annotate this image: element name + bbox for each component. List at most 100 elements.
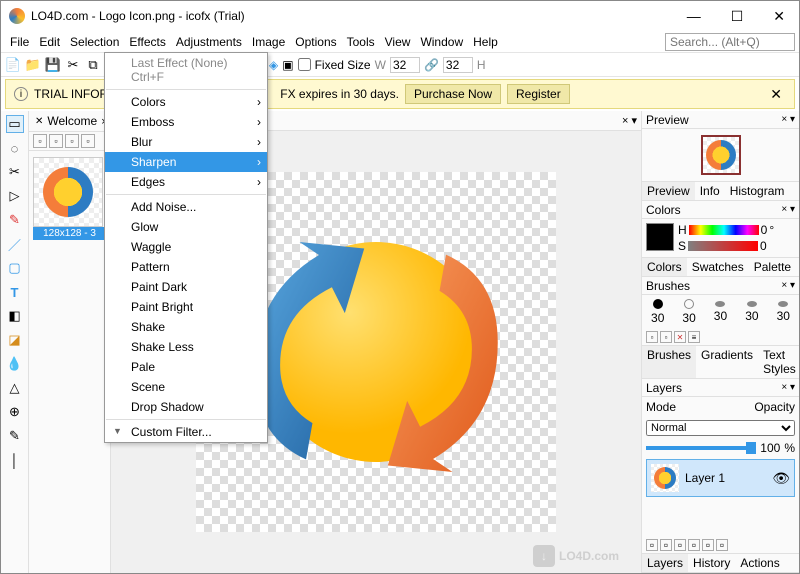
menu-file[interactable]: File — [5, 33, 34, 51]
menu-view[interactable]: View — [380, 33, 416, 51]
layer-del-icon[interactable]: ▫ — [674, 539, 686, 551]
minimize-button[interactable]: — — [681, 4, 707, 28]
menu-last-effect[interactable]: Last Effect (None) Ctrl+F — [105, 53, 267, 87]
menu-waggle[interactable]: Waggle — [105, 237, 267, 257]
rect-tool[interactable]: ▢ — [6, 259, 24, 277]
open-icon[interactable]: 📁 — [25, 57, 41, 73]
tab-text-styles[interactable]: Text Styles — [758, 346, 799, 378]
thumb-new-icon[interactable]: ▫ — [33, 134, 47, 148]
layer-fx-icon[interactable]: ▫ — [716, 539, 728, 551]
layer-mask-icon[interactable]: ▫ — [702, 539, 714, 551]
copy-icon[interactable]: ⧉ — [85, 57, 101, 73]
text-tool[interactable]: T — [6, 283, 24, 301]
thumb-del-icon[interactable]: ▫ — [65, 134, 79, 148]
tab-swatches[interactable]: Swatches — [687, 258, 749, 276]
width-input[interactable] — [390, 57, 420, 73]
menu-paint-bright[interactable]: Paint Bright — [105, 297, 267, 317]
menu-effects[interactable]: Effects — [124, 33, 170, 51]
tab-preview[interactable]: Preview — [642, 182, 695, 200]
canvas-tabs-menu-icon[interactable]: × ▾ — [618, 114, 641, 127]
tab-colors[interactable]: Colors — [642, 258, 687, 276]
diamond-icon[interactable]: ◈ — [269, 58, 278, 72]
menu-adjustments[interactable]: Adjustments — [171, 33, 247, 51]
layer-dup-icon[interactable]: ▫ — [660, 539, 672, 551]
welcome-close-icon[interactable]: ✕ — [35, 116, 43, 127]
thumb-export-icon[interactable]: ▫ — [81, 134, 95, 148]
blur-tool[interactable]: 💧 — [6, 355, 24, 373]
clone-tool[interactable]: ⊕ — [6, 403, 24, 421]
marquee-tool[interactable]: ▭ — [6, 115, 24, 133]
panel-collapse-icon[interactable]: × ▾ — [781, 114, 795, 125]
menu-shake-less[interactable]: Shake Less — [105, 337, 267, 357]
eraser-tool[interactable]: ◪ — [6, 331, 24, 349]
close-button[interactable]: ✕ — [767, 4, 791, 29]
menu-blur[interactable]: Blur — [105, 132, 267, 152]
move-tool[interactable]: ▷ — [6, 187, 24, 205]
menu-image[interactable]: Image — [247, 33, 290, 51]
height-input[interactable] — [443, 57, 473, 73]
brush-tool[interactable]: ✎ — [6, 211, 24, 229]
layer-item[interactable]: Layer 1 👁 — [646, 459, 795, 497]
panel-collapse-icon[interactable]: × ▾ — [781, 204, 795, 215]
save-icon[interactable]: 💾 — [45, 57, 61, 73]
layer-group-icon[interactable]: ▫ — [688, 539, 700, 551]
brush-preset[interactable]: 30 — [682, 299, 695, 325]
maximize-button[interactable]: ☐ — [725, 4, 750, 29]
tab-histogram[interactable]: Histogram — [725, 182, 790, 200]
brush-del-icon[interactable]: ✕ — [674, 331, 686, 343]
panel-collapse-icon[interactable]: × ▾ — [781, 280, 795, 291]
visibility-icon[interactable]: 👁 — [772, 470, 790, 487]
fill-tool[interactable]: ◧ — [6, 307, 24, 325]
blend-mode-select[interactable]: Normal — [646, 420, 795, 436]
menu-shake[interactable]: Shake — [105, 317, 267, 337]
purchase-button[interactable]: Purchase Now — [405, 84, 501, 104]
eyedropper-tool[interactable]: ✎ — [6, 427, 24, 445]
menu-edges[interactable]: Edges — [105, 172, 267, 192]
opacity-slider[interactable] — [646, 446, 756, 450]
tab-gradients[interactable]: Gradients — [696, 346, 758, 378]
menu-pattern[interactable]: Pattern — [105, 257, 267, 277]
brush-preset[interactable]: 30 — [714, 301, 727, 323]
cut-icon[interactable]: ✂ — [65, 57, 81, 73]
foreground-color-swatch[interactable] — [646, 223, 674, 251]
brush-preset[interactable]: 30 — [745, 301, 758, 323]
register-button[interactable]: Register — [507, 84, 570, 104]
menu-selection[interactable]: Selection — [65, 33, 124, 51]
tab-brushes[interactable]: Brushes — [642, 346, 696, 378]
crop-tool[interactable]: ✂ — [6, 163, 24, 181]
thumb-dup-icon[interactable]: ▫ — [49, 134, 63, 148]
crop-icon[interactable]: ▣ — [282, 58, 293, 72]
menu-paint-dark[interactable]: Paint Dark — [105, 277, 267, 297]
tab-history[interactable]: History — [688, 554, 735, 572]
menu-edit[interactable]: Edit — [34, 33, 65, 51]
menu-colors[interactable]: Colors — [105, 92, 267, 112]
lasso-tool[interactable]: ◌ — [6, 139, 24, 157]
trial-close-icon[interactable]: ✕ — [766, 86, 786, 103]
brush-menu-icon[interactable]: ≡ — [688, 331, 700, 343]
thumbnail-item[interactable] — [33, 157, 103, 227]
menu-glow[interactable]: Glow — [105, 217, 267, 237]
menu-drop-shadow[interactable]: Drop Shadow — [105, 397, 267, 417]
menu-scene[interactable]: Scene — [105, 377, 267, 397]
menu-pale[interactable]: Pale — [105, 357, 267, 377]
pencil-tool[interactable]: ／ — [6, 235, 24, 253]
tab-layers[interactable]: Layers — [642, 554, 688, 572]
menu-window[interactable]: Window — [415, 33, 468, 51]
new-icon[interactable]: 📄 — [5, 57, 21, 73]
panel-collapse-icon[interactable]: × ▾ — [781, 382, 795, 393]
menu-add-noise[interactable]: Add Noise... — [105, 197, 267, 217]
menu-custom-filter[interactable]: Custom Filter... — [105, 422, 267, 442]
brush-preset[interactable]: 30 — [651, 299, 664, 325]
menu-tools[interactable]: Tools — [342, 33, 380, 51]
sharpen-tool[interactable]: △ — [6, 379, 24, 397]
tab-info[interactable]: Info — [695, 182, 725, 200]
menu-emboss[interactable]: Emboss — [105, 112, 267, 132]
link-icon[interactable]: 🔗 — [424, 58, 439, 72]
menu-sharpen[interactable]: Sharpen — [105, 152, 267, 172]
menu-options[interactable]: Options — [290, 33, 341, 51]
fixed-size-checkbox[interactable] — [298, 58, 311, 71]
search-input[interactable] — [665, 33, 795, 51]
brush-add-icon[interactable]: ▫ — [646, 331, 658, 343]
tab-palette[interactable]: Palette — [749, 258, 796, 276]
saturation-slider[interactable] — [688, 241, 758, 251]
